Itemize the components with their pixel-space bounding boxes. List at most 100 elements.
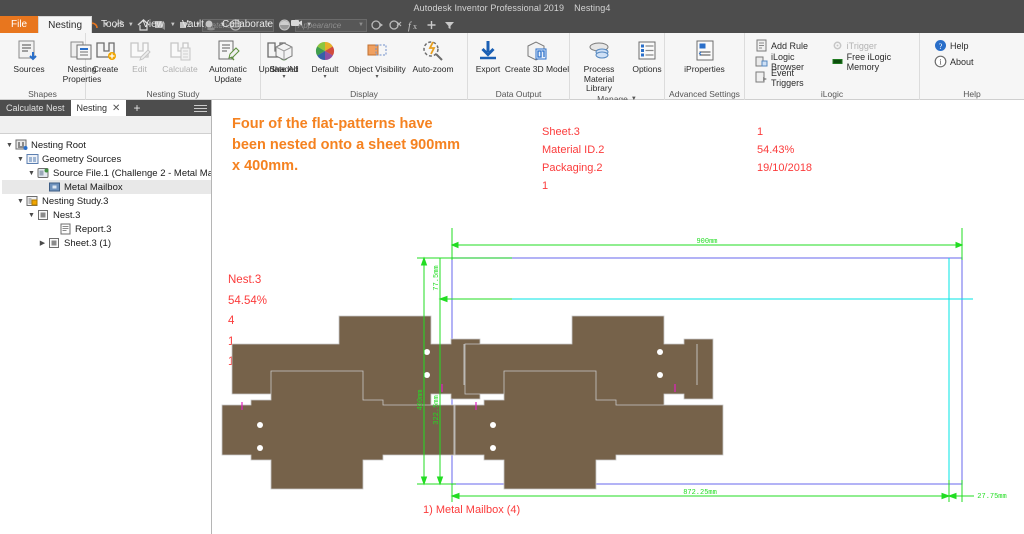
model-browser-panel: Calculate Nest Nesting ✕ + ▼ Nesting Roo… (0, 100, 212, 534)
source-file-icon (37, 167, 50, 179)
tree-label: Sheet.3 (1) (64, 237, 111, 249)
tree-label: Geometry Sources (42, 153, 122, 165)
help-button[interactable]: ? Help (930, 38, 978, 53)
help-icon: ? (934, 39, 947, 52)
chevron-down-icon[interactable]: ▾ (282, 74, 285, 80)
add-tab-button[interactable]: + (126, 100, 147, 116)
about-button[interactable]: i About (930, 54, 978, 69)
edit-nest-button[interactable]: Edit (123, 35, 156, 75)
ribbon-panel-nesting-study: Create Edit Calculate Automatic Update U… (86, 33, 297, 100)
browser-search-bar[interactable] (0, 116, 211, 134)
report-icon (59, 223, 72, 235)
tree-label: Metal Mailbox (64, 181, 123, 193)
window-title: Autodesk Inventor Professional 2019 Nesti… (414, 3, 611, 13)
browser-tab-nesting[interactable]: Nesting ✕ (70, 100, 127, 116)
app-title-text: Autodesk Inventor Professional 2019 (413, 3, 565, 13)
free-ilogic-memory-label: Free iLogic Memory (846, 51, 892, 72)
iproperties-button[interactable]: iProperties (677, 35, 733, 75)
add-rule-label: Add Rule (771, 40, 809, 51)
edit-nest-label: Edit (132, 64, 147, 74)
sources-label: Sources (13, 64, 45, 74)
browser-menu-icon[interactable] (194, 103, 207, 114)
options-label: Options (632, 64, 662, 74)
tree-node-nesting-study[interactable]: ▼ Nesting Study.3 (2, 194, 211, 208)
nesting-study-icon (26, 195, 39, 207)
help-label: Help (950, 40, 969, 51)
dimension-sheet-height: 400mm (417, 389, 425, 410)
sources-icon (16, 38, 42, 64)
sources-button[interactable]: Sources (3, 35, 55, 75)
graphics-canvas[interactable]: Four of the flat-patterns have been nest… (212, 100, 1024, 534)
chevron-down-icon[interactable]: ▼ (26, 212, 37, 219)
itrigger-icon (831, 39, 844, 52)
options-button[interactable]: Options (626, 35, 668, 75)
ilogic-column-2: iTrigger Free iLogic Memory (827, 35, 916, 72)
ribbon-panel-advanced-settings: iProperties Advanced Settings (665, 33, 745, 100)
nest-icon (37, 209, 50, 221)
ribbon-tab-bar: File Nesting Tools View Vault Collaborat… (0, 16, 1024, 33)
close-icon[interactable]: ✕ (112, 103, 120, 114)
export-button[interactable]: Export (471, 35, 505, 75)
panel-title-advanced-settings: Advanced Settings (669, 89, 740, 99)
tree-node-geometry-sources[interactable]: ▼ Geometry Sources (2, 152, 211, 166)
automatic-update-icon (215, 38, 241, 64)
nesting-root-icon (15, 139, 28, 151)
default-style-button[interactable]: Default ▾ (305, 35, 345, 80)
create-3d-model-icon (524, 38, 550, 64)
create-3d-model-button[interactable]: Create 3D Model (505, 35, 569, 75)
browser-tree: ▼ Nesting Root ▼ Geometry Sources ▼ Sour… (0, 134, 211, 250)
tree-node-source-file[interactable]: ▼ Source File.1 (Challenge 2 - Metal Mai… (2, 166, 211, 180)
tree-label: Source File.1 (Challenge 2 - Metal Mailb… (53, 167, 211, 179)
tree-node-sheet[interactable]: ▶ Sheet.3 (1) (2, 236, 211, 250)
about-label: About (950, 56, 974, 67)
auto-zoom-label: Auto-zoom (412, 64, 454, 74)
chevron-down-icon[interactable]: ▼ (15, 198, 26, 205)
tree-node-nest[interactable]: ▼ Nest.3 (2, 208, 211, 222)
material-library-icon (586, 38, 612, 64)
event-triggers-button[interactable]: Event Triggers (751, 68, 823, 88)
ribbon-panel-manage: Process Material Library Options Manage … (570, 33, 668, 104)
shaded-cube-icon (271, 38, 297, 64)
dimension-inner-height: 322.5mm (433, 395, 441, 424)
panel-title-nesting-study: Nesting Study (146, 89, 200, 99)
help-column: ? Help i About (930, 35, 978, 69)
ribbon: Sources Nesting Properties Shapes Create… (0, 33, 1024, 104)
chevron-down-icon[interactable]: ▼ (4, 142, 15, 149)
chevron-down-icon[interactable]: ▾ (375, 74, 378, 80)
chevron-down-icon[interactable]: ▼ (26, 170, 37, 177)
inventor-window: Autodesk Inventor Professional 2019 Nesti… (0, 0, 1024, 534)
ribbon-tab-collaborate[interactable]: Collaborate (213, 16, 282, 33)
calculate-nest-button[interactable]: Calculate (157, 35, 203, 75)
color-wheel-icon (312, 38, 338, 64)
ribbon-tab-vault[interactable]: Vault (173, 16, 213, 33)
tree-node-metal-mailbox[interactable]: Metal Mailbox (2, 180, 211, 194)
object-visibility-button[interactable]: Object Visibility ▾ (346, 35, 408, 80)
chevron-down-icon[interactable]: ▾ (323, 74, 326, 80)
ribbon-tab-file[interactable]: File (0, 16, 39, 33)
tree-node-report[interactable]: Report.3 (2, 222, 211, 236)
iproperties-icon (692, 38, 718, 64)
ribbon-panel-shapes: Sources Nesting Properties Shapes (0, 33, 101, 100)
event-triggers-icon (755, 71, 768, 84)
tree-label: Report.3 (75, 223, 112, 235)
export-label: Export (475, 64, 501, 74)
chevron-right-icon[interactable]: ▶ (37, 239, 48, 247)
ribbon-panel-help: ? Help i About Help (920, 33, 1024, 100)
browser-tab-calculate-nest[interactable]: Calculate Nest (0, 100, 71, 116)
create-nest-button[interactable]: Create (89, 35, 122, 75)
ribbon-tab-tools[interactable]: Tools (92, 16, 133, 33)
tree-label: Nesting Root (31, 139, 86, 151)
tree-label: Nesting Study.3 (42, 195, 109, 207)
ribbon-tab-camera[interactable]: ▼ (282, 16, 320, 33)
process-material-library-button[interactable]: Process Material Library (573, 35, 625, 94)
auto-zoom-icon (420, 38, 446, 64)
free-ilogic-memory-button[interactable]: Free iLogic Memory (827, 51, 916, 72)
ribbon-tab-view[interactable]: View (133, 16, 173, 33)
options-list-icon (634, 38, 660, 64)
chevron-down-icon[interactable]: ▼ (15, 156, 26, 163)
auto-zoom-button[interactable]: Auto-zoom (409, 35, 457, 75)
automatic-update-button[interactable]: Automatic Update (204, 35, 252, 84)
ribbon-tab-nesting[interactable]: Nesting (38, 16, 93, 33)
nesting-drawing[interactable]: 900mm 77.5mm 400mm 322.5mm 872.25mm 27.7… (212, 100, 1024, 534)
tree-node-nesting-root[interactable]: ▼ Nesting Root (2, 138, 211, 152)
